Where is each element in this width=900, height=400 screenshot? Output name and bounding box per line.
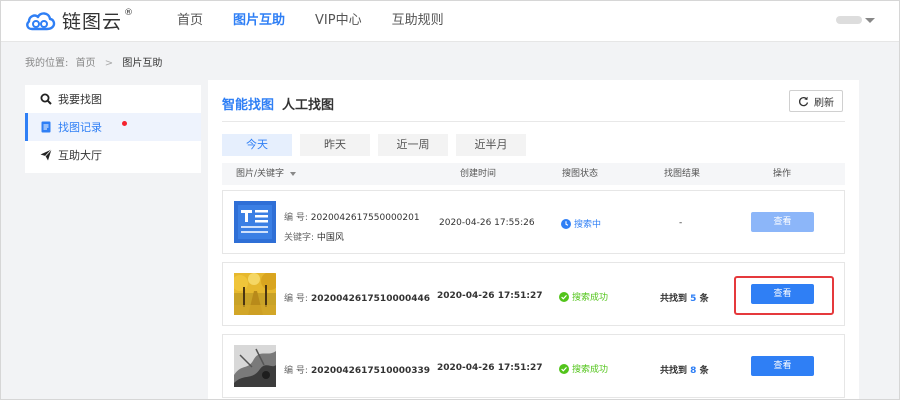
sidebar-item-find-image[interactable]: 我要找图 xyxy=(25,85,201,113)
keyword-value: 中国风 xyxy=(316,233,344,243)
registered-mark: ® xyxy=(124,7,134,18)
user-name-blurred[interactable] xyxy=(836,16,862,24)
result-count: 8 xyxy=(690,366,697,376)
date-filter-group: 今天 昨天 近一周 近半月 xyxy=(222,134,534,156)
filter-today[interactable]: 今天 xyxy=(222,134,292,156)
main-nav: 首页 图片互助 VIP中心 互助规则 xyxy=(177,0,474,42)
created-time: 2020-04-26 17:55:26 xyxy=(439,218,535,228)
result-prefix: 共找到 xyxy=(660,294,688,304)
breadcrumb: 我的位置: 首页 > 图片互助 xyxy=(25,54,162,69)
cloud-logo-icon xyxy=(26,11,56,30)
text-document-thumbnail[interactable] xyxy=(234,201,276,243)
top-header: 链图云 ® 首页 图片互助 VIP中心 互助规则 xyxy=(0,0,900,42)
nav-help-rules[interactable]: 互助规则 xyxy=(392,0,444,42)
column-header-status: 搜图状态 xyxy=(562,169,599,179)
column-header-image[interactable]: 图片/关键字 xyxy=(236,163,297,185)
tab-smart-search[interactable]: 智能找图 xyxy=(222,94,274,113)
nav-vip-center[interactable]: VIP中心 xyxy=(315,0,362,42)
brand-logo[interactable]: 链图云 ® xyxy=(24,7,133,34)
column-header-result: 找图结果 xyxy=(664,169,701,179)
brand-name: 链图云 xyxy=(62,11,123,33)
status-label: 搜索成功 xyxy=(572,365,609,375)
sidebar-item-label: 找图记录 xyxy=(58,121,102,134)
filter-last-week[interactable]: 近一周 xyxy=(378,134,448,156)
chevron-down-icon[interactable] xyxy=(865,18,875,23)
created-time: 2020-04-26 17:51:27 xyxy=(437,291,543,301)
column-header-label: 图片/关键字 xyxy=(236,169,285,179)
refresh-icon xyxy=(799,96,809,106)
table-row: 编 号: 2020042617510000446 2020-04-26 17:5… xyxy=(222,262,845,326)
status-label: 搜索成功 xyxy=(572,293,609,303)
column-header-created-time: 创建时间 xyxy=(460,169,497,179)
filter-yesterday[interactable]: 昨天 xyxy=(300,134,370,156)
view-button[interactable]: 查看 xyxy=(751,284,814,304)
search-status: 搜索中 xyxy=(561,217,601,230)
code-label: 编 号: xyxy=(284,294,308,304)
table-row: 编 号: 2020042617510000339 2020-04-26 17:5… xyxy=(222,334,845,398)
view-button[interactable]: 查看 xyxy=(751,212,814,232)
breadcrumb-current: 图片互助 xyxy=(122,58,163,69)
record-code: 编 号: 2020042617550000201 xyxy=(284,210,420,223)
result-prefix: 共找到 xyxy=(660,366,688,376)
record-code: 编 号: 2020042617510000339 xyxy=(284,363,430,376)
sidebar-item-label: 互助大厅 xyxy=(58,149,102,162)
refresh-button[interactable]: 刷新 xyxy=(789,90,843,112)
sidebar-item-label: 我要找图 xyxy=(58,93,102,106)
record-code: 编 号: 2020042617510000446 xyxy=(284,291,430,304)
breadcrumb-separator: > xyxy=(104,58,114,69)
check-circle-icon xyxy=(559,291,569,302)
code-value: 2020042617510000446 xyxy=(311,294,431,304)
breadcrumb-home[interactable]: 首页 xyxy=(76,58,96,69)
check-circle-icon xyxy=(559,363,569,374)
sidebar-item-search-records[interactable]: 找图记录 xyxy=(25,113,201,141)
refresh-label: 刷新 xyxy=(814,97,834,109)
record-icon xyxy=(41,121,51,133)
result-suffix: 条 xyxy=(699,294,709,304)
tab-bar: 智能找图 人工找图 xyxy=(222,90,845,122)
nav-image-help[interactable]: 图片互助 xyxy=(233,0,285,42)
record-keyword: 关键字: 中国风 xyxy=(284,230,344,243)
status-label: 搜索中 xyxy=(574,220,602,230)
view-button[interactable]: 查看 xyxy=(751,356,814,376)
created-time: 2020-04-26 17:51:27 xyxy=(437,363,543,373)
search-status: 搜索成功 xyxy=(559,290,608,303)
result-suffix: 条 xyxy=(699,366,709,376)
autumn-trees-thumbnail[interactable] xyxy=(234,273,276,315)
result-count: 5 xyxy=(690,294,697,304)
tab-manual-search[interactable]: 人工找图 xyxy=(282,94,334,113)
notification-dot xyxy=(122,121,127,126)
ink-painting-thumbnail[interactable] xyxy=(234,345,276,387)
send-icon xyxy=(40,149,52,161)
code-label: 编 号: xyxy=(284,366,308,376)
table-header: 图片/关键字 创建时间 搜图状态 找图结果 操作 xyxy=(222,163,845,185)
breadcrumb-prefix: 我的位置: xyxy=(25,58,69,69)
search-result: - xyxy=(679,218,683,228)
column-header-action: 操作 xyxy=(773,169,792,179)
main-panel: 智能找图 人工找图 刷新 今天 昨天 近一周 近半月 图片/关键字 创建时间 搜… xyxy=(208,80,859,400)
code-label: 编 号: xyxy=(284,213,308,223)
code-value: 2020042617550000201 xyxy=(310,213,420,223)
search-result: 共找到 8 条 xyxy=(660,363,709,376)
code-value: 2020042617510000339 xyxy=(311,366,431,376)
clock-icon xyxy=(561,218,571,229)
filter-last-half-month[interactable]: 近半月 xyxy=(456,134,526,156)
search-status: 搜索成功 xyxy=(559,362,608,375)
search-icon xyxy=(40,93,52,105)
keyword-label: 关键字: xyxy=(284,233,315,243)
sidebar: 我要找图 找图记录 互助大厅 xyxy=(25,85,201,173)
sort-caret-icon[interactable] xyxy=(290,171,297,176)
nav-home[interactable]: 首页 xyxy=(177,0,203,42)
sidebar-item-help-hall[interactable]: 互助大厅 xyxy=(25,141,201,169)
table-row: 编 号: 2020042617550000201 关键字: 中国风 2020-0… xyxy=(222,190,845,254)
search-result: 共找到 5 条 xyxy=(660,291,709,304)
